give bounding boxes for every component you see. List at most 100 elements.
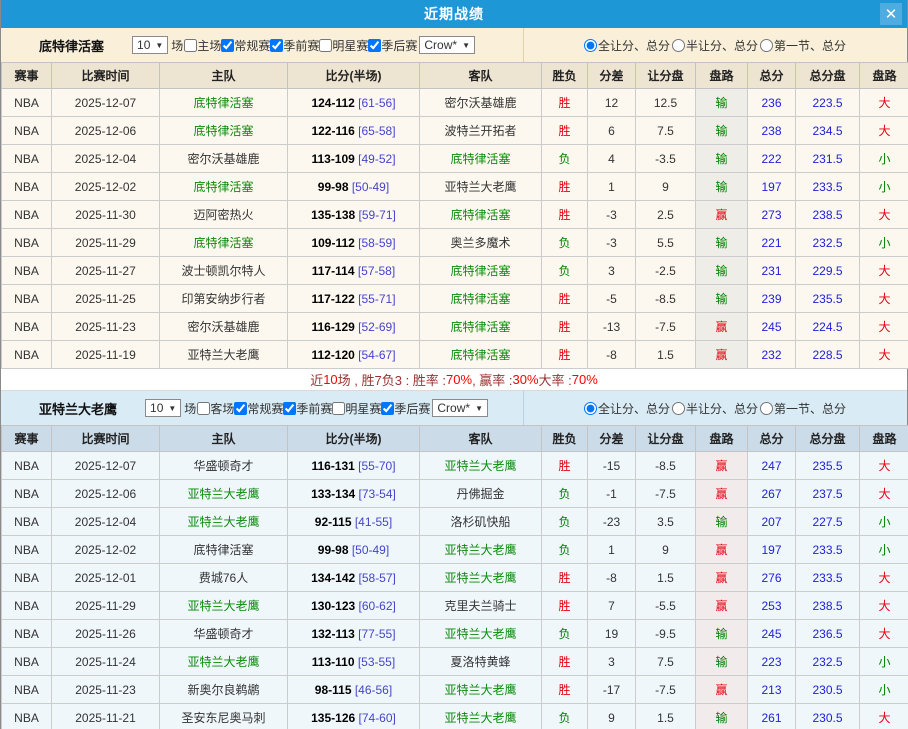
- handicap-line-cell: -8.5: [636, 452, 696, 480]
- filter-checkbox-label: 明星赛: [332, 400, 381, 417]
- total-line-cell: 236.5: [796, 620, 860, 648]
- away-team-cell: 克里夫兰骑士: [420, 592, 542, 620]
- filter-checkbox[interactable]: [283, 402, 296, 415]
- close-icon[interactable]: ✕: [880, 3, 902, 25]
- total-points-cell: 238: [748, 117, 796, 145]
- result-cell: 胜: [542, 173, 588, 201]
- final-score: 99-98: [318, 180, 349, 194]
- total-points-cell: 221: [748, 229, 796, 257]
- filter-checkbox[interactable]: [184, 39, 197, 52]
- filter-checkbox[interactable]: [381, 402, 394, 415]
- summary-segment: 大率 :: [539, 370, 572, 389]
- radio-text: 全让分、总分: [598, 400, 670, 417]
- home-team-cell: 底特律活塞: [160, 536, 288, 564]
- league-cell: NBA: [2, 145, 52, 173]
- diff-cell: 3: [588, 257, 636, 285]
- total-result-cell: 大: [860, 592, 908, 620]
- table-header-row: 赛事比赛时间主队比分(半场)客队胜负分差让分盘盘路总分总分盘盘路: [2, 426, 908, 452]
- away-team-cell: 夏洛特黄蜂: [420, 648, 542, 676]
- handicap-result-cell: 赢: [696, 313, 748, 341]
- total-result-cell: 大: [860, 620, 908, 648]
- radio-text: 第一节、总分: [774, 37, 846, 54]
- date-cell: 2025-12-02: [52, 536, 160, 564]
- pistons-results-table: 赛事比赛时间主队比分(半场)客队胜负分差让分盘盘路总分总分盘盘路 NBA2025…: [1, 62, 908, 369]
- home-team-cell: 亚特兰大老鹰: [160, 508, 288, 536]
- final-score: 116-129: [311, 320, 354, 334]
- pistons-team-name: 底特律活塞: [39, 36, 104, 55]
- away-team-cell: 亚特兰大老鹰: [420, 676, 542, 704]
- table-row: NBA2025-11-25印第安纳步行者117-122 [55-71]底特律活塞…: [2, 285, 908, 313]
- date-cell: 2025-12-06: [52, 117, 160, 145]
- home-team-cell: 亚特兰大老鹰: [160, 341, 288, 369]
- chevron-down-icon: ▼: [475, 404, 483, 413]
- table-row: NBA2025-12-06底特律活塞122-116 [65-58]波特兰开拓者胜…: [2, 117, 908, 145]
- total-result-cell: 小: [860, 173, 908, 201]
- final-score: 135-126: [311, 711, 355, 725]
- total-line-cell: 233.5: [796, 536, 860, 564]
- handicap-line-cell: 5.5: [636, 229, 696, 257]
- handicap-line-cell: 12.5: [636, 89, 696, 117]
- score-cell: 117-122 [55-71]: [288, 285, 420, 313]
- column-header: 盘路: [696, 426, 748, 452]
- halftime-score: [77-55]: [355, 627, 396, 641]
- date-cell: 2025-11-23: [52, 313, 160, 341]
- score-cell: 99-98 [50-49]: [288, 173, 420, 201]
- total-line-cell: 231.5: [796, 145, 860, 173]
- checkbox-text: 客场: [210, 400, 234, 417]
- score-cell: 122-116 [65-58]: [288, 117, 420, 145]
- halftime-score: [60-62]: [355, 599, 396, 613]
- handicap-result-cell: 输: [696, 508, 748, 536]
- odds-mode-radio-label: 全让分、总分: [584, 400, 670, 417]
- filter-checkbox-label: 客场: [197, 400, 234, 417]
- total-line-cell: 235.5: [796, 452, 860, 480]
- date-cell: 2025-12-07: [52, 89, 160, 117]
- result-cell: 胜: [542, 648, 588, 676]
- handicap-result-cell: 赢: [696, 592, 748, 620]
- final-score: 99-98: [318, 543, 349, 557]
- halftime-score: [73-54]: [355, 487, 396, 501]
- table-row: NBA2025-12-07华盛顿奇才116-131 [55-70]亚特兰大老鹰胜…: [2, 452, 908, 480]
- diff-cell: 3: [588, 648, 636, 676]
- filter-checkbox[interactable]: [332, 402, 345, 415]
- filter-checkbox[interactable]: [270, 39, 283, 52]
- filter-checkbox[interactable]: [368, 39, 381, 52]
- odds-mode-radio[interactable]: [760, 39, 773, 52]
- league-cell: NBA: [2, 257, 52, 285]
- filter-checkbox[interactable]: [319, 39, 332, 52]
- odds-mode-radio[interactable]: [760, 402, 773, 415]
- score-cell: 134-142 [58-57]: [288, 564, 420, 592]
- odds-mode-radio[interactable]: [672, 402, 685, 415]
- summary-segment: 近: [310, 370, 323, 389]
- filter-checkbox[interactable]: [197, 402, 210, 415]
- summary-segment: 场 , 胜7负3 : 胜率 :: [338, 370, 446, 389]
- away-team-cell: 密尔沃基雄鹿: [420, 89, 542, 117]
- result-cell: 胜: [542, 452, 588, 480]
- total-result-cell: 小: [860, 508, 908, 536]
- final-score: 122-116: [311, 124, 354, 138]
- halftime-score: [65-58]: [355, 124, 396, 138]
- filter-checkbox[interactable]: [234, 402, 247, 415]
- odds-mode-radio[interactable]: [584, 39, 597, 52]
- odds-mode-radio[interactable]: [672, 39, 685, 52]
- chevron-down-icon: ▼: [462, 41, 470, 50]
- final-score: 113-110: [312, 655, 355, 669]
- total-line-cell: 238.5: [796, 592, 860, 620]
- hawks-source-select[interactable]: Crow*▼: [432, 399, 488, 417]
- away-team-cell: 亚特兰大老鹰: [420, 564, 542, 592]
- hawks-results-table: 赛事比赛时间主队比分(半场)客队胜负分差让分盘盘路总分总分盘盘路 NBA2025…: [1, 425, 908, 729]
- score-cell: 132-113 [77-55]: [288, 620, 420, 648]
- pistons-source-select[interactable]: Crow*▼: [419, 36, 475, 54]
- handicap-result-cell: 输: [696, 648, 748, 676]
- away-team-cell: 洛杉矶快船: [420, 508, 542, 536]
- filter-checkbox-label: 季后赛: [381, 400, 430, 417]
- pistons-games-count-select[interactable]: 10▼: [132, 36, 168, 54]
- hawks-games-count-select[interactable]: 10▼: [145, 399, 181, 417]
- modal-title: 近期战绩: [424, 4, 484, 24]
- odds-mode-radio[interactable]: [584, 402, 597, 415]
- filter-checkbox[interactable]: [221, 39, 234, 52]
- handicap-line-cell: -5.5: [636, 592, 696, 620]
- handicap-result-cell: 赢: [696, 452, 748, 480]
- league-cell: NBA: [2, 620, 52, 648]
- diff-cell: -17: [588, 676, 636, 704]
- games-suffix-label: 场: [171, 37, 183, 54]
